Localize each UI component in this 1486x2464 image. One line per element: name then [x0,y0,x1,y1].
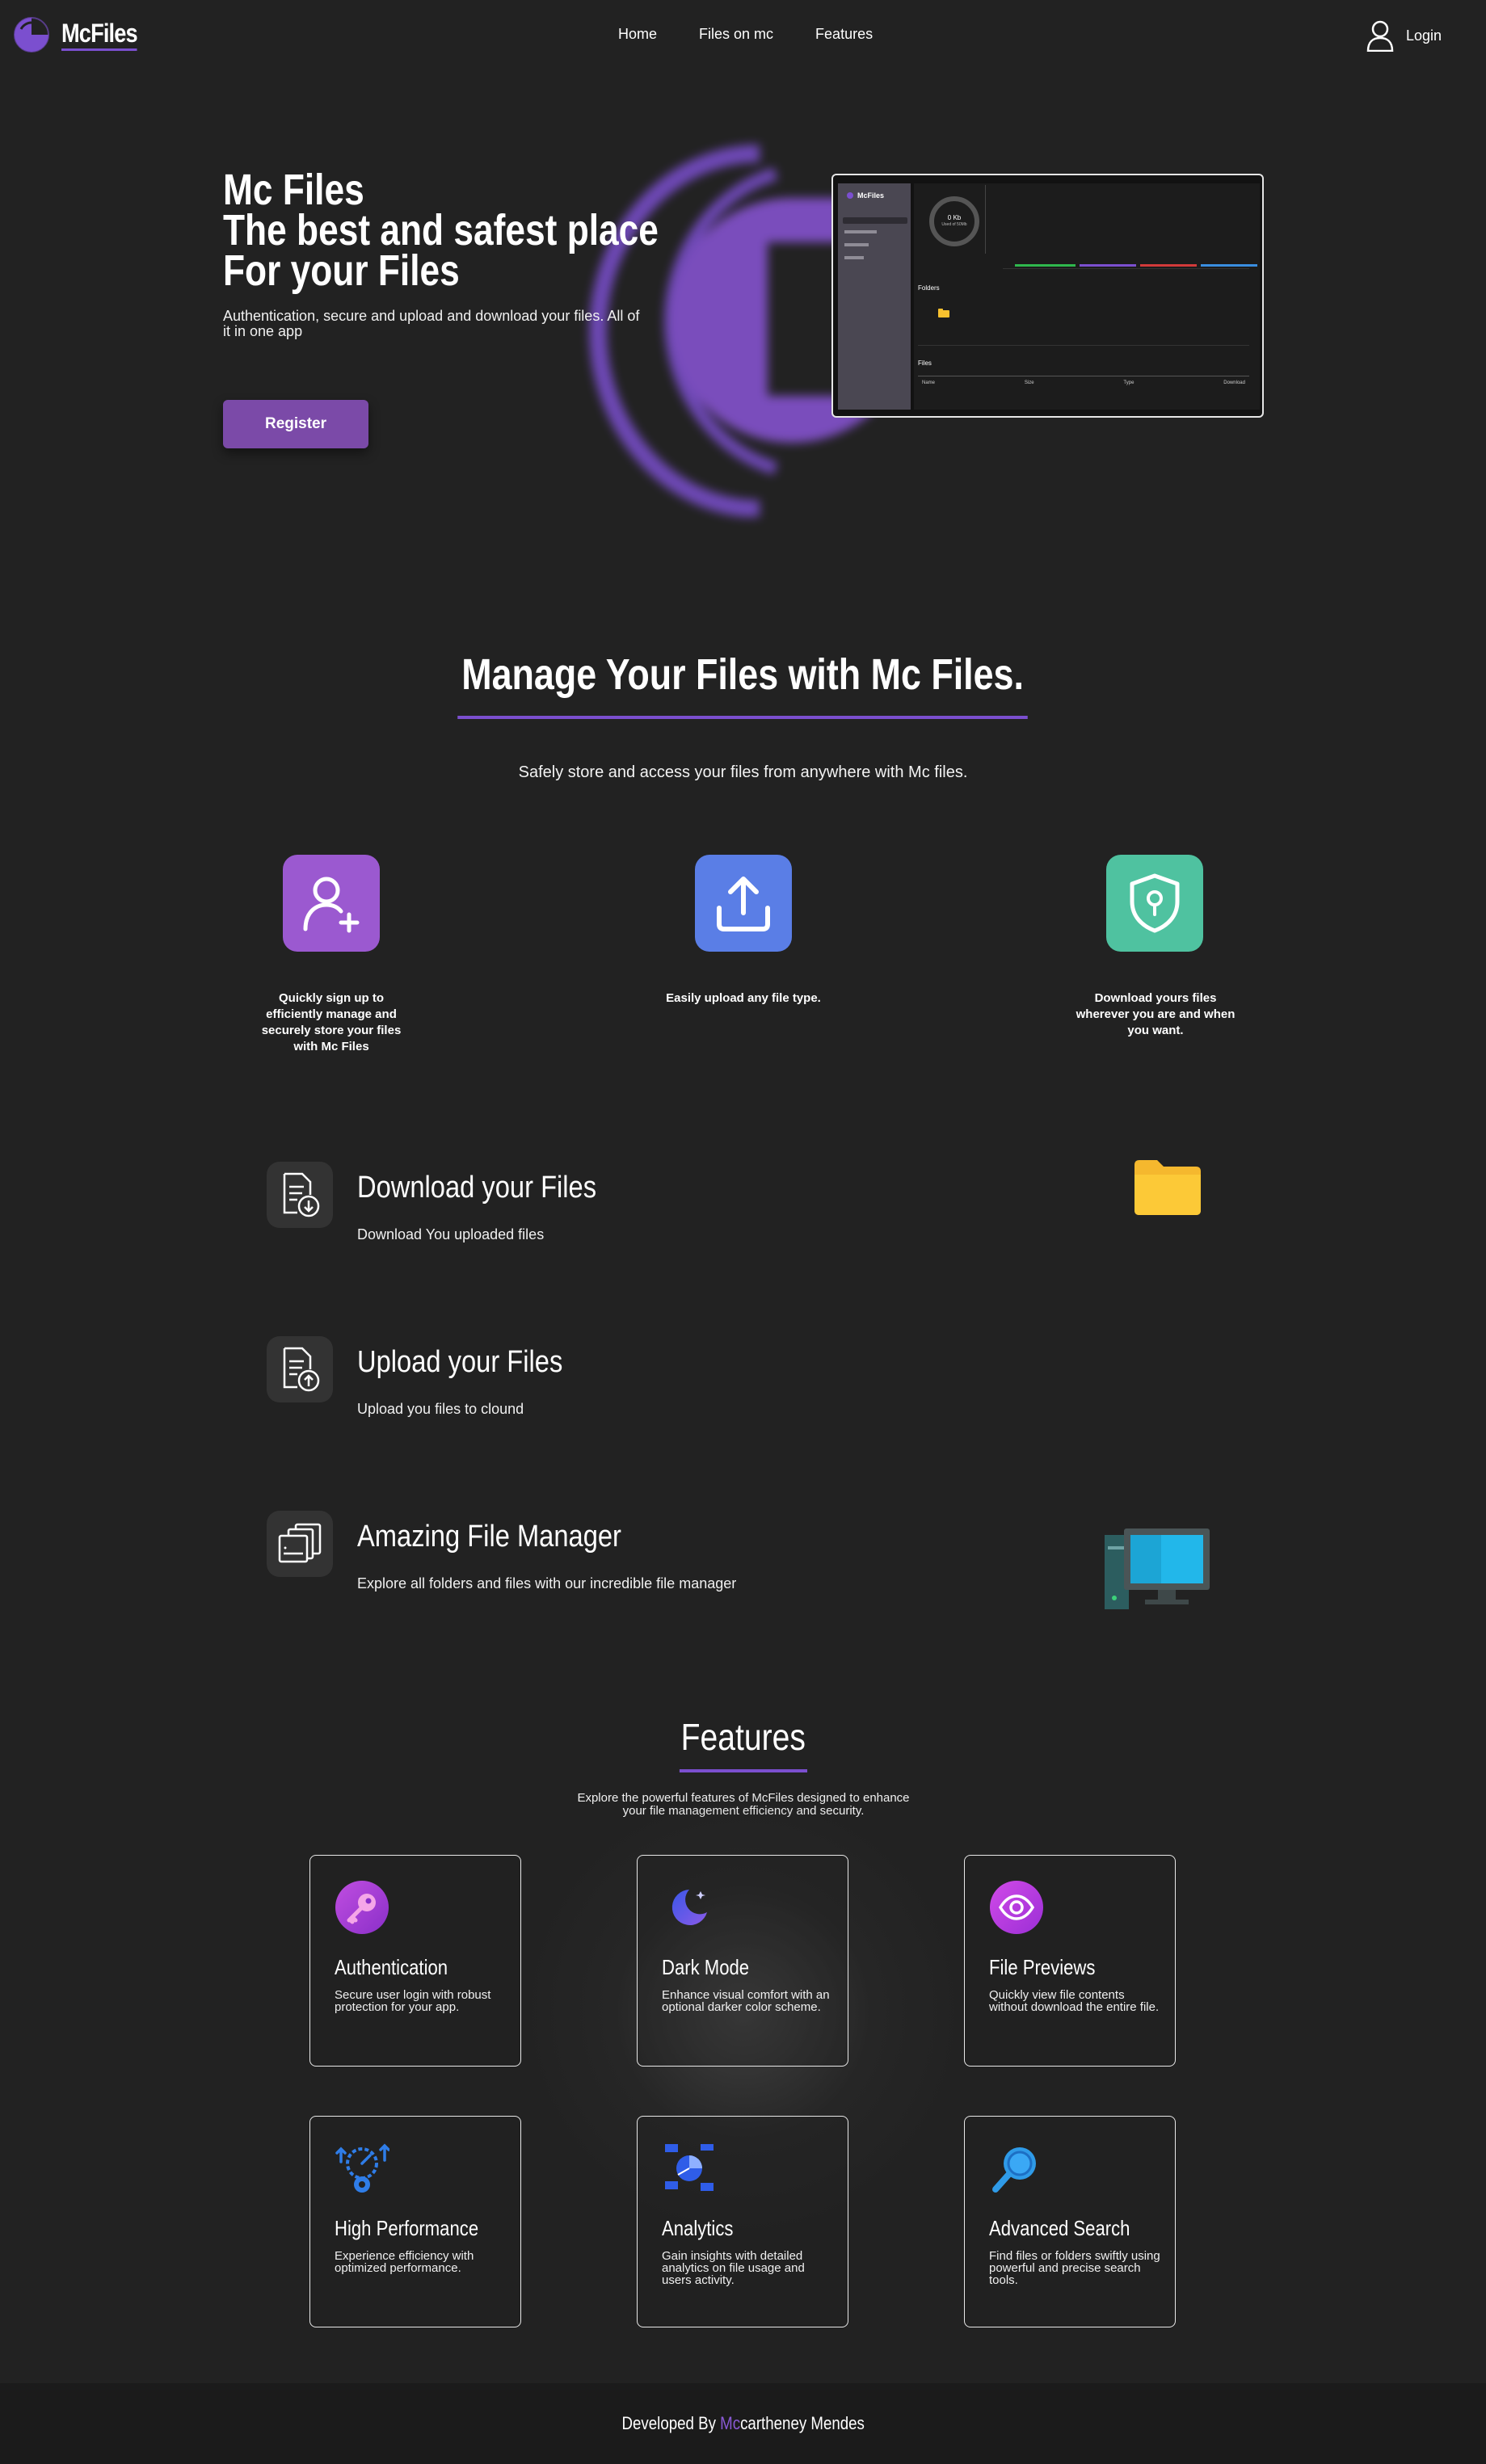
hero-subtitle: Authentication, secure and upload and do… [223,308,640,339]
feature-card-title: Analytics [662,2216,734,2240]
feature-card-high-performance: High Performance Experience efficiency w… [309,2116,521,2327]
feature-card-analytics: Analytics Gain insights with detailed an… [637,2116,848,2327]
moon-icon [671,1890,707,1925]
preview-files-label: Files [918,360,932,367]
feature-card-icon-wrap [989,2141,1044,2196]
feature-card-authentication: Authentication Secure user login with ro… [309,1855,521,2067]
preview-file-columns: Name Size Type Download [922,381,1245,385]
feature-row-desc: Upload you files to clound [357,1401,524,1417]
feature-card-desc: Find files or folders swiftly using powe… [989,2249,1160,2287]
feature-card-desc: Experience efficiency with optimized per… [335,2249,474,2275]
hero-title-line-2: The best and safest place [223,206,659,254]
feature-card-title: Advanced Search [989,2216,1130,2240]
feature-row-desc: Download You uploaded files [357,1226,545,1243]
nav-link-files-on-mc[interactable]: Files on mc [699,26,773,43]
performance-icon [335,2143,389,2193]
download-card-text: Download yours files wherever you are an… [1076,991,1236,1037]
preview-sidebar: McFiles [838,183,911,410]
hero-text: Mc Files The best and safest place For y… [223,166,754,339]
user-icon [1366,20,1394,52]
nav-links: Home Files on mc Features [618,26,915,43]
signup-card-icon-box [283,855,380,952]
feature-row-icon-box [267,1336,333,1402]
feature-card-title: Dark Mode [662,1955,750,1979]
preview-col-download: Download [1223,381,1245,385]
feature-row-title: Download your Files [357,1171,597,1205]
preview-folders-label: Folders [918,284,940,292]
manage-section-title-wrap: Manage Your Files with Mc Files. [0,646,1486,719]
feature-card-icon-wrap [989,1880,1044,1935]
feature-card-dark-mode: Dark Mode Enhance visual comfort with an… [637,1855,848,2067]
signup-card-text: Quickly sign up to efficiently manage an… [261,991,402,1053]
preview-col-name: Name [922,381,936,385]
file-download-icon [283,1172,320,1217]
footer-credit: Developed By Mccartheney Mendes [621,2413,864,2434]
preview-storage-ring [929,196,979,246]
footer-prefix: Developed By [621,2413,720,2433]
preview-storage-sub: Used of 50Mb [941,222,967,227]
feature-row-icon-box [267,1511,333,1577]
eye-icon [990,1881,1043,1934]
computer-icon [1105,1528,1210,1609]
feature-card-advanced-search: Advanced Search Find files or folders sw… [964,2116,1176,2327]
upload-card-text: Easily upload any file type. [666,991,821,1005]
feature-card-desc: Quickly view file contents without downl… [989,1988,1160,2014]
preview-main: 0 Kb Used of 50Mb Folders Files Name Siz… [914,183,1260,410]
brand-logo[interactable]: McFiles [11,15,150,55]
upload-card-icon-box [695,855,792,952]
nav-link-home[interactable]: Home [618,26,657,43]
key-icon [335,1881,389,1934]
feature-card-desc: Enhance visual comfort with an optional … [662,1988,830,2014]
manage-section-subtitle: Safely store and access your files from … [518,763,968,781]
footer-accent: Mc [719,2413,740,2433]
folder-icon [1134,1160,1201,1215]
register-button[interactable]: Register [223,400,368,448]
footer-suffix: cartheney Mendes [739,2413,865,2433]
analytics-icon [665,2144,714,2191]
download-card-icon-box [1106,855,1203,952]
feature-row-icon-box [267,1162,333,1228]
feature-card-icon-wrap [335,2141,389,2196]
feature-card-desc: Secure user login with robust protection… [335,1988,491,2014]
app-preview-screenshot: McFiles 0 Kb Used of 50Mb Folders Files … [831,174,1264,418]
feature-row-title: Amazing File Manager [357,1520,621,1554]
feature-card-file-previews: File Previews Quickly view file contents… [964,1855,1176,2067]
file-upload-icon [283,1347,320,1392]
shield-lock-icon [1130,873,1180,933]
feature-row-desc: Explore all folders and files with our i… [357,1575,737,1592]
feature-card-title: High Performance [335,2216,479,2240]
feature-card-title: Authentication [335,1955,448,1979]
top-nav: McFiles Home Files on mc Features Login [0,0,1486,73]
feature-card-icon-wrap [662,2141,717,2196]
brand-name: McFiles [61,19,138,51]
login-label: Login [1405,27,1442,44]
feature-card-icon-wrap [662,1880,717,1935]
logo-icon [14,17,49,53]
preview-brand: McFiles [857,191,885,200]
preview-col-type: Type [1123,381,1134,385]
feature-card-icon-wrap [335,1880,389,1935]
hero-title-line-1: Mc Files [223,166,364,214]
preview-folder-icon [938,309,949,317]
nav-link-features[interactable]: Features [815,26,873,43]
file-manager-icon [278,1523,322,1563]
preview-storage-value: 0 Kb [947,214,962,221]
login-button[interactable]: Login [1366,19,1442,52]
features-section-title-wrap: Features [0,1713,1486,1772]
footer: Developed By Mccartheney Mendes [0,2383,1486,2464]
manage-section-title: Manage Your Files with Mc Files. [457,646,1029,719]
user-plus-icon [303,877,360,933]
magnifier-icon [992,2147,1036,2193]
preview-col-size: Size [1024,381,1034,385]
hero-title-line-3: For your Files [223,246,460,295]
features-section-title: Features [679,1713,807,1772]
feature-card-title: File Previews [989,1955,1096,1979]
upload-icon [717,877,770,931]
feature-row-title: Upload your Files [357,1345,563,1379]
feature-card-desc: Gain insights with detailed analytics on… [662,2249,805,2287]
preview-logo-icon [847,192,853,199]
